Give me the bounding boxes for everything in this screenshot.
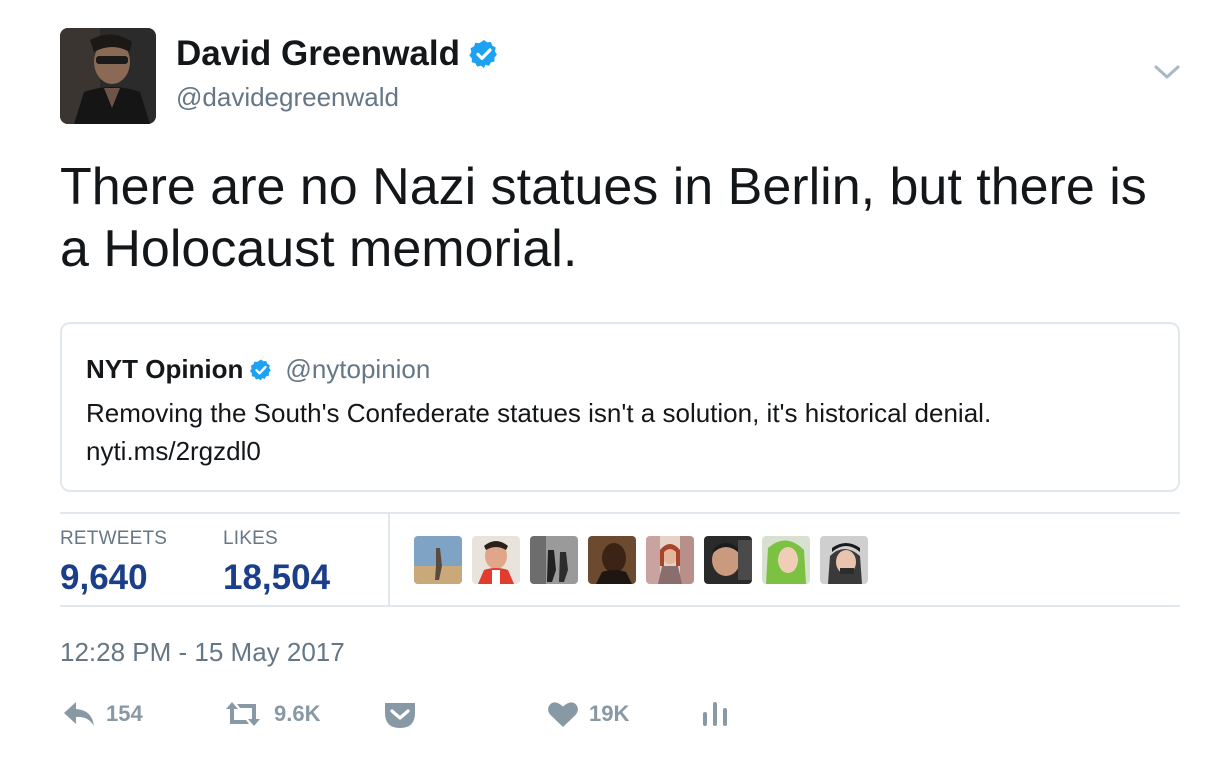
stats-vertical-divider — [388, 514, 390, 605]
quoted-tweet-text: Removing the South's Confederate statues… — [86, 398, 992, 428]
liker-avatars — [414, 536, 868, 584]
liker-avatar[interactable] — [472, 536, 520, 584]
liker-avatar[interactable] — [704, 536, 752, 584]
liker-avatar[interactable] — [762, 536, 810, 584]
author-handle[interactable]: @davidegreenwald — [176, 82, 399, 113]
verified-badge-icon — [469, 40, 497, 68]
likes-stat[interactable]: LIKES 18,504 — [223, 528, 330, 598]
quoted-tweet-body: Removing the South's Confederate statues… — [86, 394, 1156, 470]
pocket-icon — [385, 703, 415, 728]
reply-icon — [64, 702, 94, 726]
author-name-text[interactable]: David Greenwald — [176, 34, 460, 74]
like-count: 19K — [589, 701, 630, 726]
retweets-value[interactable]: 9,640 — [60, 558, 167, 598]
tweet-text: There are no Nazi statues in Berlin, but… — [60, 158, 1147, 278]
quoted-author-handle: @nytopinion — [285, 354, 431, 384]
heart-icon — [548, 702, 578, 727]
quoted-tweet-card[interactable]: NYT Opinion @nytopinion Removing the Sou… — [60, 322, 1180, 492]
reply-button[interactable]: 154 — [62, 700, 143, 728]
liker-avatar[interactable] — [414, 536, 462, 584]
retweet-button[interactable]: 9.6K — [222, 700, 320, 728]
author-avatar[interactable] — [60, 28, 156, 124]
author-name[interactable]: David Greenwald — [176, 34, 500, 74]
likes-value[interactable]: 18,504 — [223, 558, 330, 598]
liker-avatar[interactable] — [820, 536, 868, 584]
retweet-count: 9.6K — [274, 701, 321, 726]
likes-label: LIKES — [223, 528, 278, 549]
analytics-button[interactable] — [702, 700, 728, 728]
quoted-tweet-link[interactable]: nyti.ms/2rgzdl0 — [86, 432, 1156, 470]
stats-top-divider — [60, 512, 1180, 514]
quoted-tweet-header: NYT Opinion @nytopinion — [86, 354, 430, 385]
chevron-down-icon[interactable] — [1152, 60, 1182, 84]
retweets-label: RETWEETS — [60, 528, 168, 549]
retweet-icon — [226, 702, 260, 726]
liker-avatar[interactable] — [646, 536, 694, 584]
quoted-author-name: NYT Opinion — [86, 354, 244, 384]
liker-avatar[interactable] — [530, 536, 578, 584]
analytics-icon — [703, 702, 727, 726]
tweet-timestamp[interactable]: 12:28 PM - 15 May 2017 — [60, 637, 345, 668]
like-button[interactable]: 19K — [547, 700, 629, 728]
retweets-stat[interactable]: RETWEETS 9,640 — [60, 528, 167, 598]
verified-badge-icon — [250, 359, 272, 380]
pocket-button[interactable] — [383, 700, 417, 730]
reply-count: 154 — [106, 701, 143, 726]
liker-avatar[interactable] — [588, 536, 636, 584]
stats-bottom-divider — [60, 605, 1180, 607]
